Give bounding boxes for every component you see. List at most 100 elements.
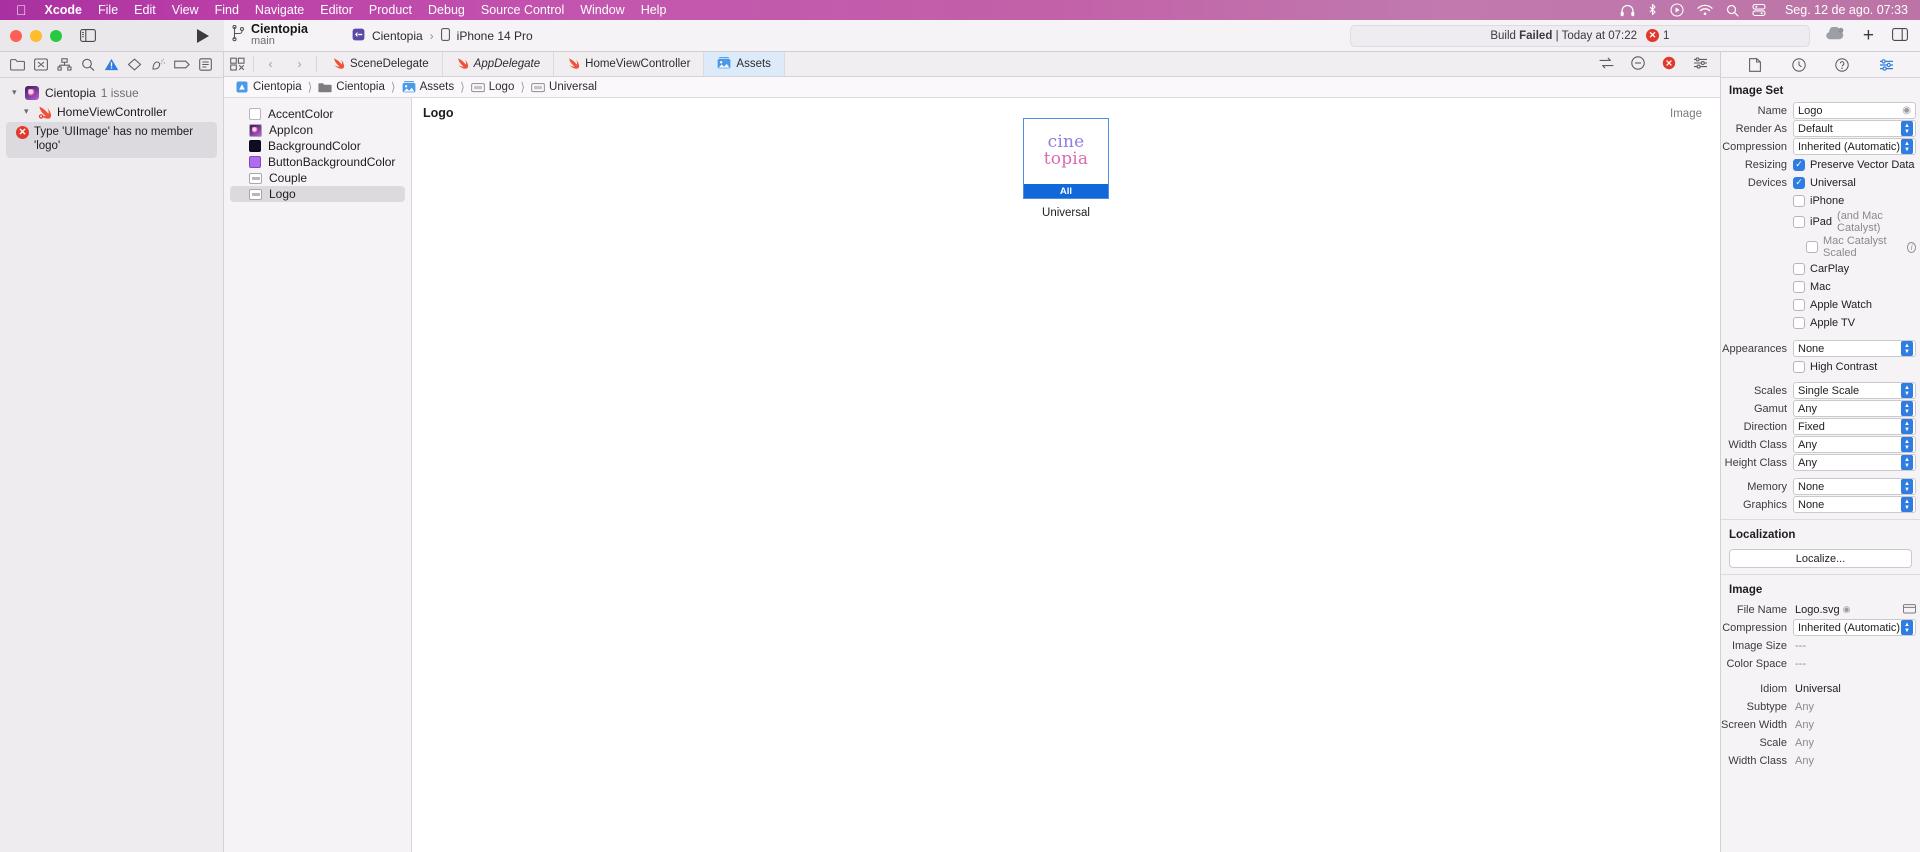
chevron-updown-icon[interactable]: ▲ ▼ [1901,139,1913,154]
cloud-icon[interactable] [1824,26,1845,44]
breadcrumb-item-project[interactable]: Cientopia [233,81,304,93]
menu-item-product[interactable]: Product [361,3,420,17]
asset-row-accentcolor[interactable]: AccentColor [230,106,405,122]
debug-navigator-tab[interactable] [149,56,167,74]
editor-tab-scenedelegate[interactable]: SceneDelegate [319,52,443,76]
chevron-updown-icon[interactable]: ▲ ▼ [1901,419,1913,434]
image-slot-universal[interactable]: cine topia All [1023,118,1109,199]
disclosure-triangle-icon[interactable]: ▾ [12,87,24,98]
report-navigator-tab[interactable] [196,56,214,74]
scheme-name[interactable]: Cientopia [372,29,423,43]
error-count-chip[interactable]: ✕ 1 [1646,29,1669,42]
disclosure-triangle-icon[interactable]: ▾ [24,106,36,117]
asset-row-appicon[interactable]: AppIcon [230,122,405,138]
minimap-icon[interactable] [1631,55,1645,73]
breadcrumb-item-logo[interactable]: Logo [469,81,517,93]
graphics-select[interactable]: None ▲ ▼ [1793,496,1916,513]
add-button[interactable]: + [1863,26,1874,45]
device-checkbox-iphone[interactable]: iPhone [1793,194,1844,207]
tree-row-file[interactable]: ▾ HomeViewController [0,102,223,121]
localize-button[interactable]: Localize... [1729,549,1912,568]
device-checkbox-universal[interactable]: ✓ Universal [1793,176,1856,189]
bluetooth-icon[interactable] [1648,3,1657,17]
menu-item-debug[interactable]: Debug [420,3,473,17]
breakpoint-navigator-tab[interactable] [173,56,191,74]
width-class-select[interactable]: Any ▲ ▼ [1793,436,1916,453]
chevron-updown-icon[interactable]: ▲ ▼ [1901,437,1913,452]
menu-item-edit[interactable]: Edit [126,3,164,17]
menu-item-source-control[interactable]: Source Control [473,3,572,17]
compare-icon[interactable] [1599,57,1614,72]
project-navigator-tab[interactable] [9,56,27,74]
render-as-select[interactable]: Default ▲ ▼ [1793,120,1916,137]
menu-item-help[interactable]: Help [633,3,675,17]
appearances-select[interactable]: None ▲ ▼ [1793,340,1916,357]
menu-item-window[interactable]: Window [572,3,632,17]
breadcrumb-item-assets[interactable]: Assets [400,81,457,93]
editor-tab-homeviewcontroller[interactable]: HomeViewController [554,52,705,76]
scales-select[interactable]: Single Scale ▲ ▼ [1793,382,1916,399]
breadcrumb-item-universal[interactable]: Universal [529,81,599,93]
chevron-updown-icon[interactable]: ▲ ▼ [1901,341,1913,356]
editor-tab-appdelegate[interactable]: AppDelegate [443,52,555,76]
menu-item-navigate[interactable]: Navigate [247,3,312,17]
find-navigator-tab[interactable] [79,56,97,74]
menu-item-find[interactable]: Find [207,3,247,17]
wifi-icon[interactable] [1697,4,1713,16]
minimize-button[interactable] [30,29,42,42]
memory-select[interactable]: None ▲ ▼ [1793,478,1916,495]
image-compression-select[interactable]: Inherited (Automatic) ▲ ▼ [1793,619,1916,636]
menu-item-view[interactable]: View [164,3,207,17]
issue-navigator-tab[interactable] [102,56,120,74]
spotlight-search-icon[interactable] [1726,4,1739,17]
navigate-forward-button[interactable]: › [285,52,314,76]
control-center-icon[interactable] [1752,3,1766,17]
chevron-updown-icon[interactable]: ▲ ▼ [1901,121,1913,136]
asset-row-backgroundcolor[interactable]: BackgroundColor [230,138,405,154]
asset-row-logo[interactable]: Logo [230,186,405,202]
navigate-back-button[interactable]: ‹ [256,52,285,76]
test-navigator-tab[interactable] [126,56,144,74]
gamut-select[interactable]: Any ▲ ▼ [1793,400,1916,417]
tree-row-issue[interactable]: ✕ Type 'UIImage' has no member 'logo' [6,122,217,158]
error-badge-icon[interactable] [1662,56,1676,73]
destination-name[interactable]: iPhone 14 Pro [457,29,533,43]
menu-bar-clock[interactable]: Seg. 12 de ago. 07:33 [1779,3,1908,17]
zoom-button[interactable] [50,29,62,42]
tree-row-project[interactable]: ▾ Cientopia 1 issue [0,83,223,102]
close-button[interactable] [10,29,22,42]
device-checkbox-mac-catalyst-scaled[interactable]: Mac Catalyst Scaled i [1806,235,1916,259]
menu-item-xcode[interactable]: Xcode [37,3,91,17]
device-checkbox-apple-tv[interactable]: Apple TV [1793,316,1855,329]
scheme-destination-control[interactable]: Cientopia › iPhone 14 Pro [342,25,543,47]
chevron-updown-icon[interactable]: ▲ ▼ [1901,455,1913,470]
sidebar-toggle-icon[interactable] [80,29,96,42]
asset-row-couple[interactable]: Couple [230,170,405,186]
source-control-navigator-tab[interactable] [32,56,50,74]
clear-icon[interactable]: ◉ [1843,604,1851,615]
info-icon[interactable]: i [1907,241,1916,253]
run-button[interactable] [196,28,210,44]
direction-select[interactable]: Fixed ▲ ▼ [1793,418,1916,435]
preserve-vector-data-checkbox[interactable]: ✓ Preserve Vector Data [1793,158,1915,171]
height-class-select[interactable]: Any ▲ ▼ [1793,454,1916,471]
apple-logo-icon[interactable]:  [16,3,27,17]
editor-tab-assets[interactable]: Assets [704,52,785,76]
now-playing-icon[interactable] [1670,3,1684,17]
high-contrast-checkbox[interactable]: High Contrast [1793,360,1877,373]
name-input[interactable]: Logo ◉ [1793,102,1916,119]
headphones-icon[interactable] [1620,4,1635,17]
asset-row-buttonbackgroundcolor[interactable]: ButtonBackgroundColor [230,154,405,170]
device-checkbox-ipad[interactable]: iPad (and Mac Catalyst) [1793,210,1916,234]
file-inspector-tab[interactable] [1746,56,1764,74]
menu-item-editor[interactable]: Editor [312,3,361,17]
chevron-updown-icon[interactable]: ▲ ▼ [1901,620,1913,635]
attributes-inspector-tab[interactable] [1877,56,1895,74]
symbol-navigator-tab[interactable] [56,56,74,74]
reveal-in-finder-icon[interactable] [1903,603,1916,617]
compression-select[interactable]: Inherited (Automatic) ▲ ▼ [1793,138,1916,155]
scheme-project-group[interactable]: Cientopia main [232,23,308,48]
device-checkbox-apple-watch[interactable]: Apple Watch [1793,298,1872,311]
breadcrumb-item-folder[interactable]: Cientopia [316,81,387,93]
menu-item-file[interactable]: File [90,3,126,17]
